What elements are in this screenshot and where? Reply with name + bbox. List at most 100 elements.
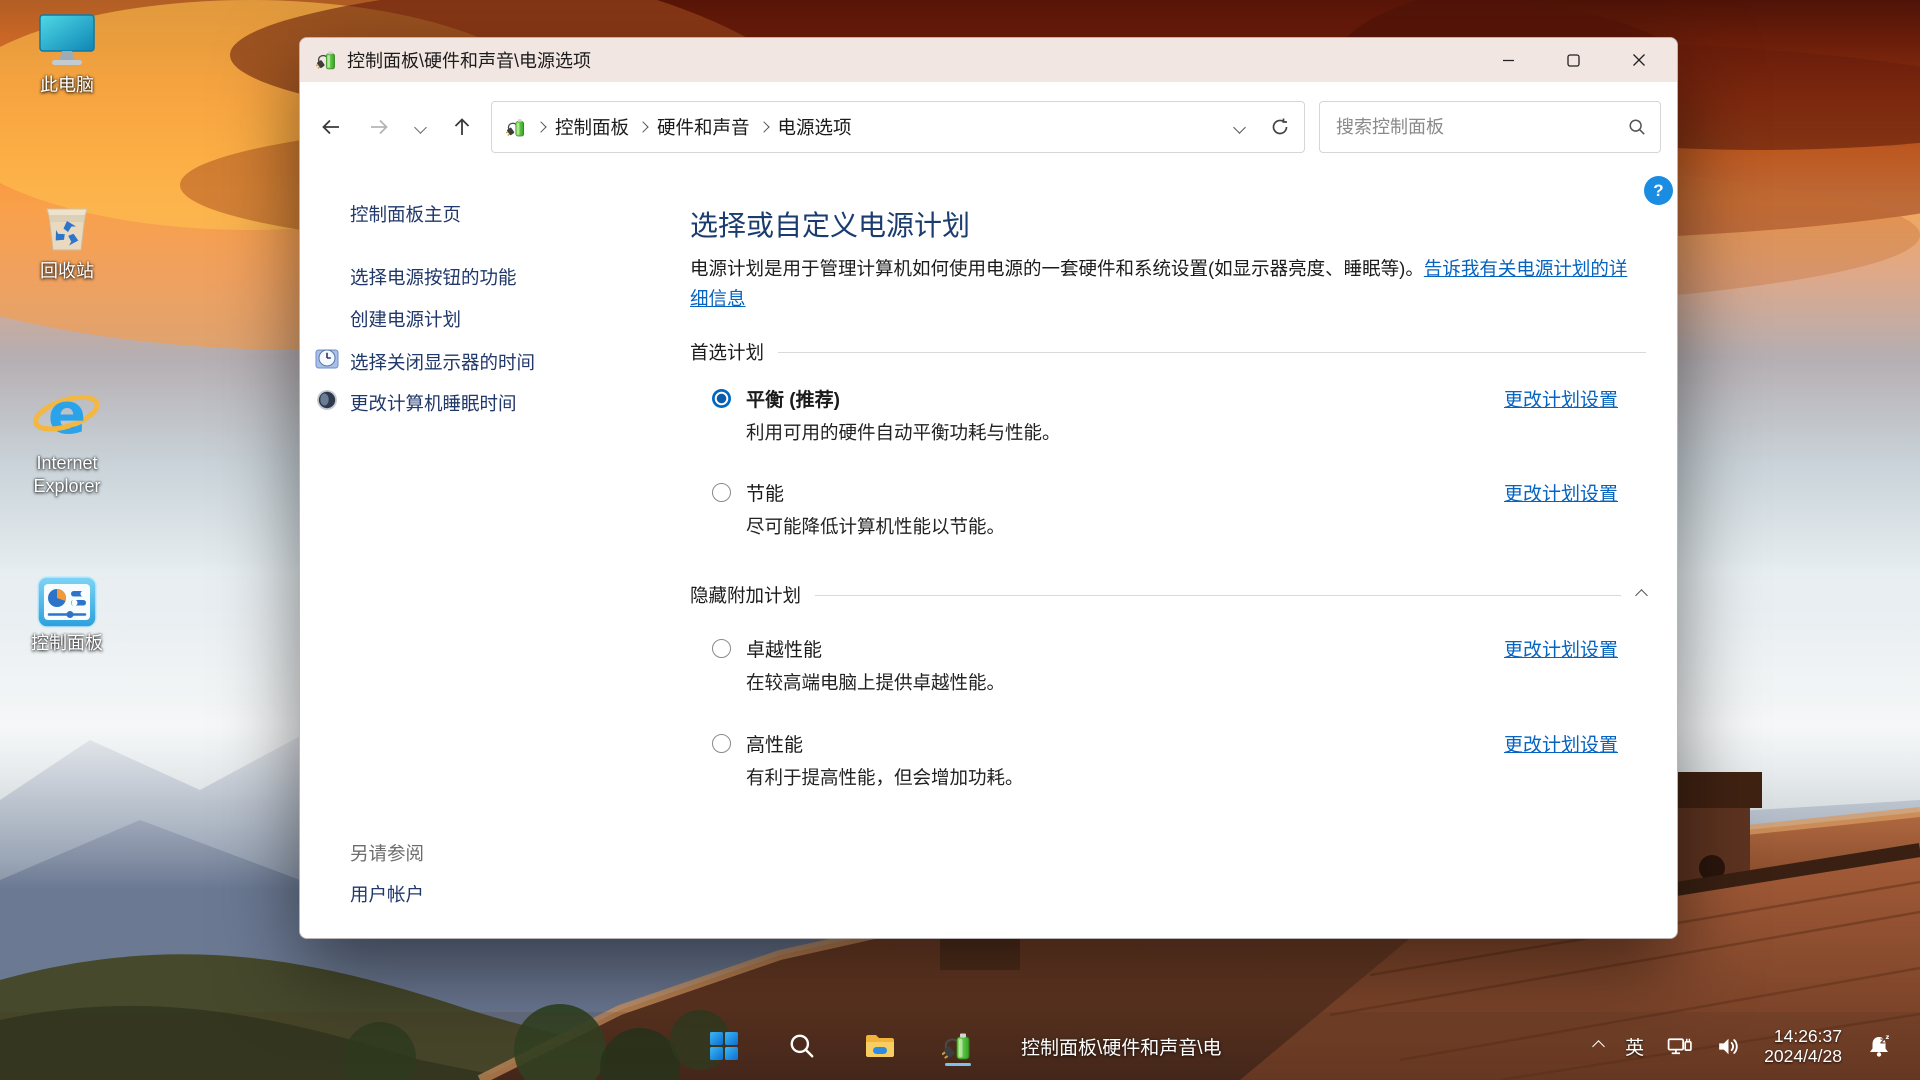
section-title: 隐藏附加计划 <box>690 582 801 608</box>
up-button[interactable] <box>451 116 473 138</box>
network-icon[interactable] <box>1666 1033 1693 1060</box>
close-button[interactable] <box>1606 38 1671 82</box>
control-panel-window: 控制面板\硬件和声音\电源选项 <box>299 37 1678 939</box>
section-divider <box>815 595 1621 596</box>
plan-desc: 有利于提高性能，但会增加功耗。 <box>746 764 1024 790</box>
minimize-icon <box>1502 54 1515 67</box>
taskbar: 控制面板\硬件和声音\电 英 14:26:37 2024/4/28 <box>0 1012 1920 1080</box>
folder-icon <box>864 1030 896 1062</box>
minimize-button[interactable] <box>1476 38 1541 82</box>
desktop-icon-label: Internet Explorer <box>14 452 120 498</box>
clock-icon <box>315 346 339 370</box>
plan-row-balanced: 平衡 (推荐) 更改计划设置 <box>690 384 1646 412</box>
section-divider <box>778 352 1646 353</box>
breadcrumb-chevron-icon <box>637 121 648 132</box>
collapse-chevron-icon[interactable] <box>1635 589 1648 602</box>
plan-row-high-performance: 高性能 更改计划设置 <box>690 729 1646 757</box>
input-language-indicator[interactable]: 英 <box>1625 1033 1644 1060</box>
desktop-icon-label: 回收站 <box>14 260 120 283</box>
file-explorer-button[interactable] <box>859 1025 901 1067</box>
taskbar-app-title[interactable]: 控制面板\硬件和声音\电 <box>1021 1033 1222 1060</box>
section-title: 首选计划 <box>690 339 764 365</box>
volume-icon[interactable] <box>1715 1033 1742 1060</box>
section-hidden-plans: 隐藏附加计划 <box>690 582 1646 608</box>
change-plan-settings-link[interactable]: 更改计划设置 <box>1504 479 1618 506</box>
tray-time: 14:26:37 <box>1764 1026 1842 1046</box>
power-options-icon <box>942 1030 974 1062</box>
change-plan-settings-link[interactable]: 更改计划设置 <box>1504 635 1618 662</box>
radio-ultimate[interactable] <box>712 639 731 658</box>
svg-text:z: z <box>1886 1033 1890 1041</box>
desktop-icon-recycle-bin[interactable]: 回收站 <box>14 196 120 283</box>
search-icon <box>1628 118 1646 136</box>
plan-name: 卓越性能 <box>746 635 822 662</box>
breadcrumb-chevron-icon <box>758 121 769 132</box>
sidebar-item-create-plan[interactable]: 创建电源计划 <box>350 306 461 332</box>
address-bar[interactable]: 控制面板 硬件和声音 电源选项 <box>491 101 1305 153</box>
main-pane: 选择或自定义电源计划 电源计划是用于管理计算机如何使用电源的一套硬件和系统设置(… <box>690 164 1646 938</box>
plan-name: 平衡 (推荐) <box>746 385 840 412</box>
notification-bell-dnd-icon[interactable]: z z <box>1864 1031 1894 1061</box>
address-dropdown-icon[interactable] <box>1233 121 1246 134</box>
plan-name: 节能 <box>746 479 784 506</box>
recycle-bin-icon <box>38 196 96 256</box>
breadcrumb-chevron-icon <box>535 121 546 132</box>
radio-high-performance[interactable] <box>712 734 731 753</box>
plan-desc: 利用可用的硬件自动平衡功耗与性能。 <box>746 419 1061 445</box>
maximize-icon <box>1567 54 1580 67</box>
system-tray: 英 14:26:37 2024/4/28 <box>1594 1012 1894 1080</box>
desktop-icon-internet-explorer[interactable]: e Internet Explorer <box>14 382 120 498</box>
radio-balanced[interactable] <box>712 389 731 408</box>
window-titlebar[interactable]: 控制面板\硬件和声音\电源选项 <box>300 38 1677 82</box>
power-options-icon <box>316 49 338 71</box>
clock[interactable]: 14:26:37 2024/4/28 <box>1764 1026 1842 1066</box>
history-chevron-icon[interactable] <box>414 121 427 134</box>
section-preferred-plans: 首选计划 <box>690 339 1646 365</box>
see-also-heading: 另请参阅 <box>350 840 424 866</box>
nav-buttons <box>320 116 473 138</box>
window-controls <box>1476 38 1671 82</box>
start-button[interactable] <box>703 1025 745 1067</box>
this-pc-icon <box>36 12 98 70</box>
close-icon <box>1632 53 1646 67</box>
internet-explorer-icon: e <box>32 382 102 448</box>
change-plan-settings-link[interactable]: 更改计划设置 <box>1504 730 1618 757</box>
active-app-indicator <box>945 1063 971 1067</box>
taskbar-search-button[interactable] <box>781 1025 823 1067</box>
sidebar-item-home[interactable]: 控制面板主页 <box>350 201 461 227</box>
plan-row-power-saver: 节能 更改计划设置 <box>690 478 1646 506</box>
tray-chevron-up-icon[interactable] <box>1594 1042 1603 1051</box>
desktop-icon-control-panel[interactable]: 控制面板 <box>14 576 120 655</box>
maximize-button[interactable] <box>1541 38 1606 82</box>
sidebar-item-sleep-time[interactable]: 更改计算机睡眠时间 <box>350 390 517 416</box>
search-input[interactable] <box>1334 116 1628 139</box>
change-plan-settings-link[interactable]: 更改计划设置 <box>1504 385 1618 412</box>
search-icon <box>788 1032 816 1060</box>
forward-button[interactable] <box>368 116 390 138</box>
desktop-icon-label: 此电脑 <box>14 74 120 97</box>
desktop-icon-this-pc[interactable]: 此电脑 <box>14 12 120 97</box>
sidebar-item-power-buttons[interactable]: 选择电源按钮的功能 <box>350 264 517 290</box>
svg-text:z: z <box>1880 1037 1885 1047</box>
intro-text: 电源计划是用于管理计算机如何使用电源的一套硬件和系统设置(如显示器亮度、睡眠等)… <box>690 254 1630 314</box>
windows-logo-icon <box>709 1031 739 1061</box>
breadcrumb-power-options[interactable]: 电源选项 <box>778 114 852 140</box>
window-content: 控制面板主页 选择电源按钮的功能 创建电源计划 选择关闭显示器的时间 更改计算机… <box>300 164 1677 938</box>
sidebar-item-user-accounts[interactable]: 用户帐户 <box>350 881 424 907</box>
plan-desc: 尽可能降低计算机性能以节能。 <box>746 513 1005 539</box>
svg-text:e: e <box>48 382 86 447</box>
back-button[interactable] <box>320 116 342 138</box>
plan-desc: 在较高端电脑上提供卓越性能。 <box>746 669 1005 695</box>
explorer-toolbar: 控制面板 硬件和声音 电源选项 <box>300 82 1677 164</box>
page-title: 选择或自定义电源计划 <box>690 204 970 244</box>
search-box[interactable] <box>1319 101 1661 153</box>
desktop: 此电脑 回收站 e Internet Explorer <box>0 0 1920 1080</box>
power-options-taskbar-button[interactable] <box>937 1025 979 1067</box>
breadcrumb-hardware-sound[interactable]: 硬件和声音 <box>657 114 750 140</box>
sidebar-item-display-off-time[interactable]: 选择关闭显示器的时间 <box>350 349 535 375</box>
refresh-icon[interactable] <box>1270 117 1290 137</box>
help-button[interactable]: ? <box>1644 176 1673 205</box>
radio-power-saver[interactable] <box>712 483 731 502</box>
plan-row-ultimate: 卓越性能 更改计划设置 <box>690 634 1646 662</box>
breadcrumb-control-panel[interactable]: 控制面板 <box>555 114 629 140</box>
